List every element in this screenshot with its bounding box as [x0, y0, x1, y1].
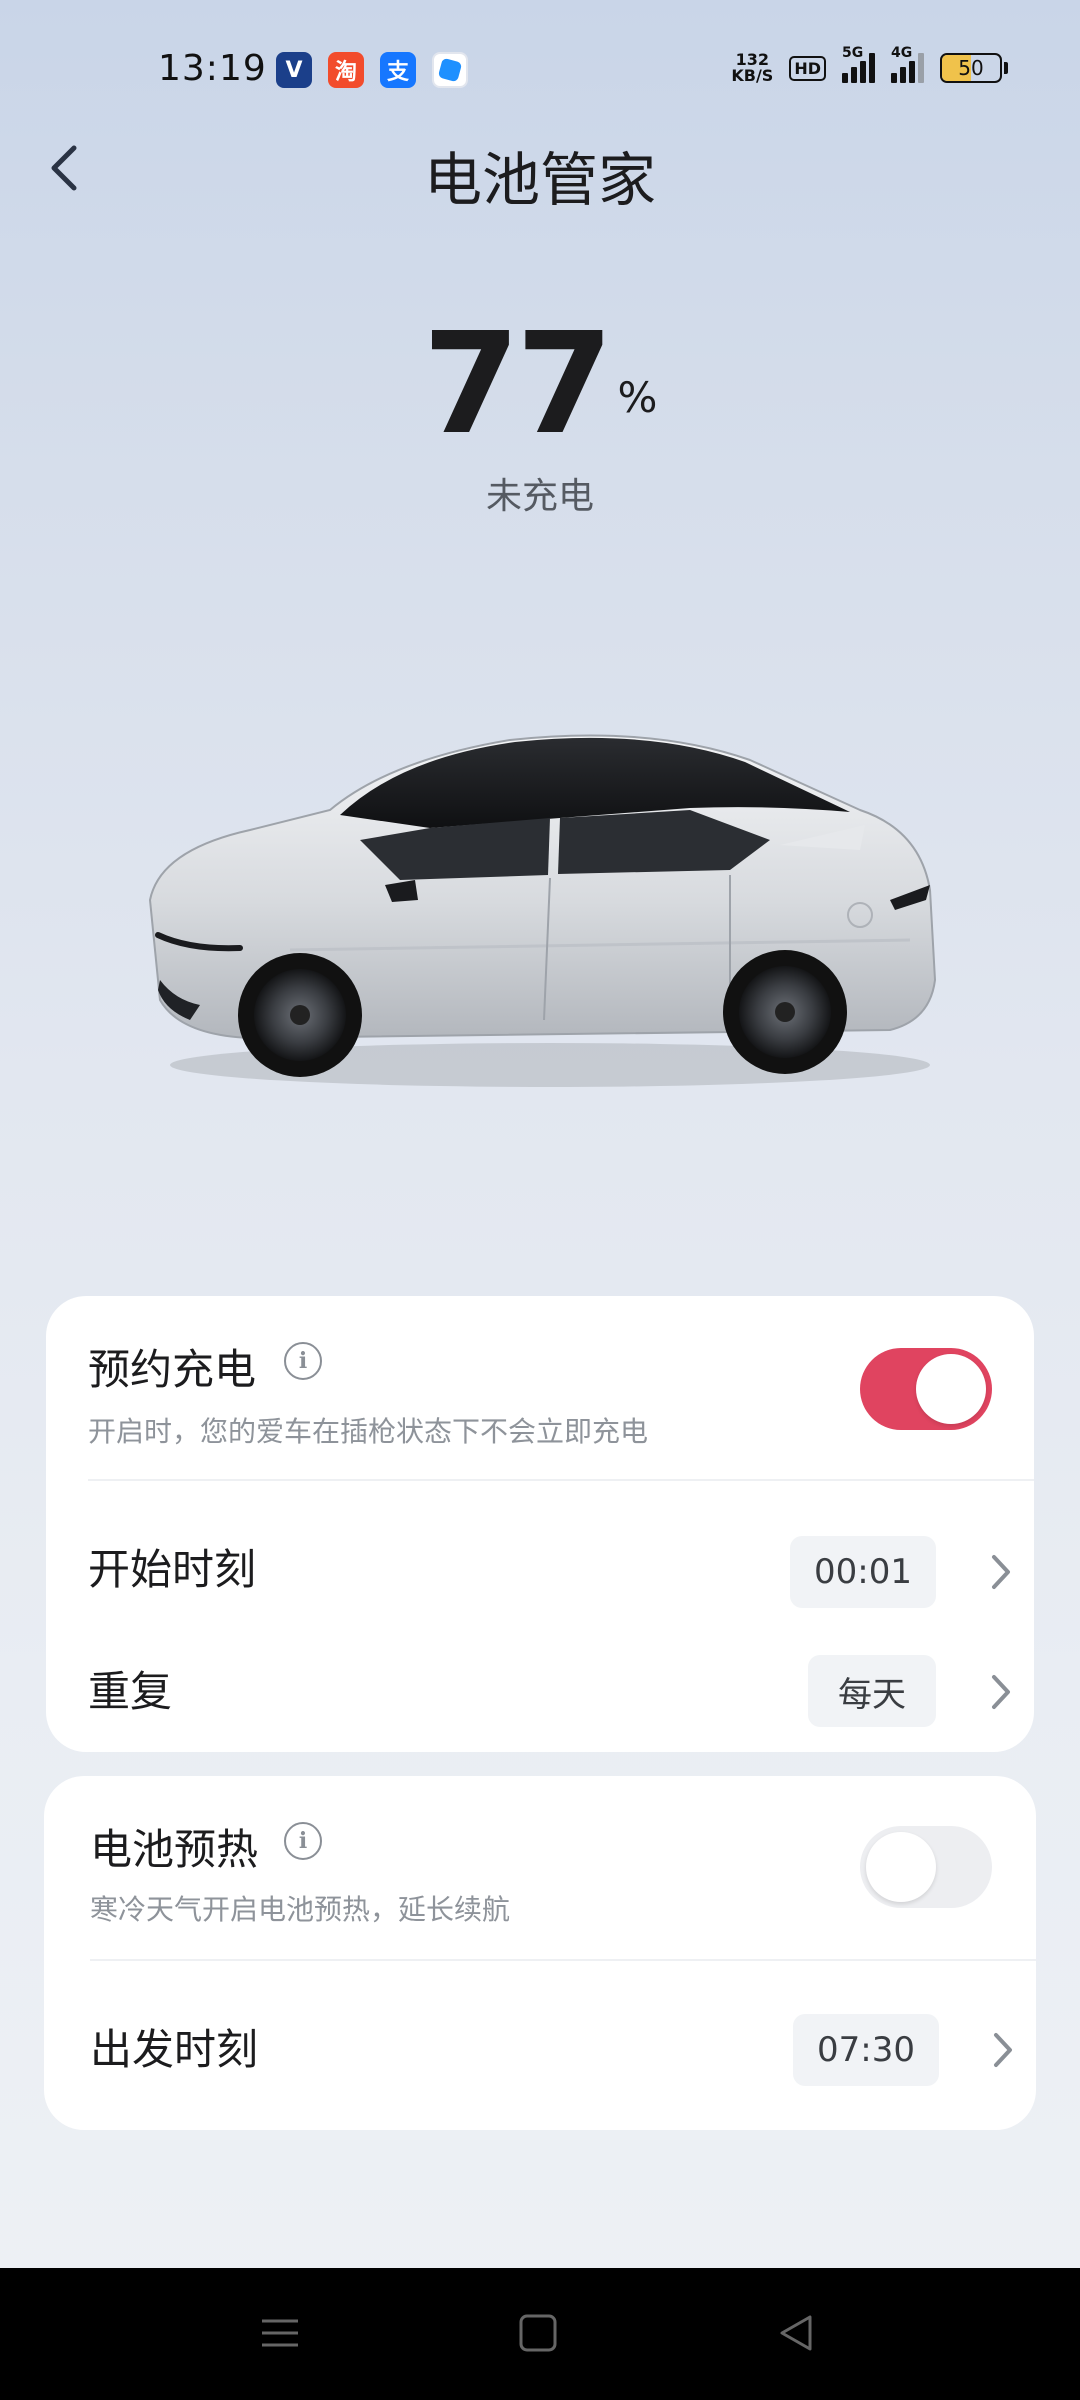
chevron-right-icon[interactable]: [988, 2030, 1018, 2070]
network-speed: 132 KB/S: [731, 52, 773, 84]
scheduled-charging-title: 预约充电: [88, 1345, 257, 1394]
battery-preheat-title: 电池预热: [90, 1825, 259, 1874]
scheduled-charging-card: 预约充电 i 开启时，您的爱车在插枪状态下不会立即充电 开始时刻 00:01 重…: [46, 1296, 1034, 1752]
system-nav-bar: [0, 2268, 1080, 2400]
status-bar: 13:19 V 淘 支 132 KB/S HD 5G 4G 50: [0, 0, 1080, 140]
scheduled-charging-toggle[interactable]: [860, 1348, 992, 1430]
departure-time-label: 出发时刻: [90, 2025, 259, 2074]
status-indicators: 132 KB/S HD 5G 4G 50: [731, 45, 1008, 84]
menu-icon[interactable]: [240, 2298, 320, 2368]
start-time-label: 开始时刻: [88, 1545, 257, 1594]
battery-level: 50: [958, 56, 984, 80]
divider: [88, 1479, 1034, 1481]
battery-hero: 77 % 未充电: [0, 315, 1080, 519]
divider: [90, 1959, 1036, 1961]
network-speed-unit: KB/S: [731, 66, 774, 85]
charging-status: 未充电: [485, 476, 594, 517]
info-icon[interactable]: i: [284, 1342, 322, 1380]
battery-preheat-toggle[interactable]: [860, 1826, 992, 1908]
home-square-icon[interactable]: [498, 2298, 578, 2368]
repeat-value[interactable]: 每天: [808, 1655, 936, 1727]
battery-percent: 77: [422, 303, 614, 466]
scheduled-charging-description: 开启时，您的爱车在插枪状态下不会立即充电: [88, 1415, 649, 1448]
percent-sign: %: [617, 373, 658, 422]
signal-4g-icon: 4G: [891, 45, 924, 83]
chevron-right-icon[interactable]: [986, 1552, 1016, 1592]
notification-app-icons: V 淘 支: [276, 52, 468, 88]
blue-app-icon: [432, 52, 468, 88]
changan-app-icon: V: [276, 52, 312, 88]
alipay-app-icon: 支: [380, 52, 416, 88]
signal-5g-icon: 5G: [842, 45, 875, 83]
repeat-label: 重复: [88, 1667, 173, 1716]
hd-badge: HD: [789, 55, 826, 81]
info-icon[interactable]: i: [284, 1822, 322, 1860]
taobao-app-icon: 淘: [328, 52, 364, 88]
car-image: [130, 700, 970, 1100]
phone-battery-icon: 50: [940, 53, 1008, 83]
signal-5g-label: 5G: [842, 45, 864, 61]
departure-time-value[interactable]: 07:30: [793, 2014, 939, 2086]
signal-4g-label: 4G: [891, 45, 913, 61]
back-triangle-icon[interactable]: [756, 2298, 836, 2368]
page-title: 电池管家: [423, 146, 656, 214]
start-time-value[interactable]: 00:01: [790, 1536, 936, 1608]
battery-preheat-card: 电池预热 i 寒冷天气开启电池预热，延长续航 出发时刻 07:30: [44, 1776, 1036, 2130]
chevron-right-icon[interactable]: [986, 1672, 1016, 1712]
status-time: 13:19: [158, 48, 267, 89]
battery-preheat-description: 寒冷天气开启电池预热，延长续航: [90, 1893, 511, 1926]
